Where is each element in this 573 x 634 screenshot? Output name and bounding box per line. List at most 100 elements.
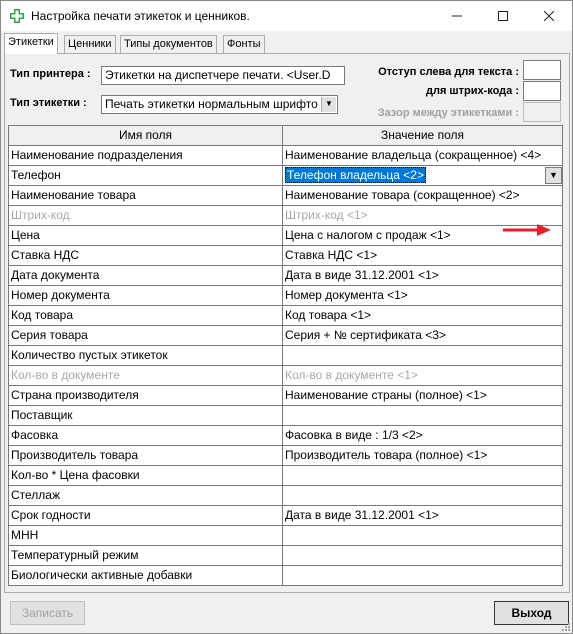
table-row[interactable]: Кол-во * Цена фасовки bbox=[9, 466, 562, 486]
field-value-cell[interactable]: Ставка НДС <1> bbox=[283, 246, 562, 265]
table-row[interactable]: Кол-во в документе Кол-во в документе <1> bbox=[9, 366, 562, 386]
field-name-cell[interactable]: Биологически активные добавки bbox=[9, 566, 283, 585]
table-row[interactable]: Серия товара Серия + № сертификата <3> bbox=[9, 326, 562, 346]
field-value-cell[interactable] bbox=[283, 346, 562, 365]
field-value-cell[interactable]: Номер документа <1> bbox=[283, 286, 562, 305]
field-value-cell[interactable]: Дата в виде 31.12.2001 <1> bbox=[283, 506, 562, 525]
field-name-cell[interactable]: Телефон bbox=[9, 166, 283, 185]
field-name-cell[interactable]: Наименование товара bbox=[9, 186, 283, 205]
table-row[interactable]: Номер документа Номер документа <1> bbox=[9, 286, 562, 306]
field-name-cell[interactable]: Поставщик bbox=[9, 406, 283, 425]
table-row[interactable]: МНН bbox=[9, 526, 562, 546]
field-value-cell[interactable]: Наименование товара (сокращенное) <2> bbox=[283, 186, 562, 205]
red-arrow-annotation bbox=[503, 224, 551, 236]
field-value-cell[interactable]: Наименование владельца (сокращенное) <4> bbox=[283, 146, 562, 165]
label-type-label: Тип этикетки : bbox=[10, 97, 87, 109]
field-name-cell[interactable]: Ставка НДС bbox=[9, 246, 283, 265]
field-name-cell[interactable]: Серия товара bbox=[9, 326, 283, 345]
printer-type-label: Тип принтера : bbox=[10, 68, 91, 80]
field-value-cell[interactable] bbox=[283, 466, 562, 485]
gap-label: Зазор между этикетками : bbox=[377, 107, 519, 119]
maximize-icon bbox=[498, 11, 508, 21]
table-row[interactable]: Поставщик bbox=[9, 406, 562, 426]
chevron-down-icon[interactable]: ▼ bbox=[321, 97, 336, 112]
field-value-cell[interactable]: Серия + № сертификата <3> bbox=[283, 326, 562, 345]
column-header-field-name[interactable]: Имя поля bbox=[9, 126, 283, 145]
field-name-cell[interactable]: Производитель товара bbox=[9, 446, 283, 465]
field-value-cell[interactable] bbox=[283, 406, 562, 425]
label-type-value: Печать этикетки нормальным шрифто bbox=[105, 97, 318, 111]
table-row[interactable]: Температурный режим bbox=[9, 546, 562, 566]
field-value-cell[interactable]: Код товара <1> bbox=[283, 306, 562, 325]
field-value-cell[interactable] bbox=[283, 546, 562, 565]
fields-grid: Имя поля Значение поля Наименование подр… bbox=[8, 125, 563, 586]
close-icon bbox=[543, 10, 555, 22]
column-header-field-value[interactable]: Значение поля bbox=[283, 126, 562, 145]
field-name-cell[interactable]: Штрих-код bbox=[9, 206, 283, 225]
field-name-cell[interactable]: Код товара bbox=[9, 306, 283, 325]
field-name-cell[interactable]: Срок годности bbox=[9, 506, 283, 525]
table-row[interactable]: Фасовка Фасовка в виде : 1/3 <2> bbox=[9, 426, 562, 446]
app-cross-icon bbox=[10, 9, 24, 23]
field-name-cell[interactable]: Фасовка bbox=[9, 426, 283, 445]
field-value-cell[interactable]: Производитель товара (полное) <1> bbox=[283, 446, 562, 465]
field-name-cell[interactable]: Стеллаж bbox=[9, 486, 283, 505]
field-value-cell[interactable]: Кол-во в документе <1> bbox=[283, 366, 562, 385]
tab-fonts[interactable]: Фонты bbox=[223, 35, 265, 53]
table-row[interactable]: Производитель товара Производитель товара… bbox=[9, 446, 562, 466]
field-value-cell[interactable]: Фасовка в виде : 1/3 <2> bbox=[283, 426, 562, 445]
chevron-down-icon[interactable]: ▼ bbox=[545, 167, 562, 184]
exit-button[interactable]: Выход bbox=[494, 601, 569, 625]
table-row[interactable]: Биологически активные добавки bbox=[9, 566, 562, 585]
barcode-indent-label: для штрих-кода : bbox=[425, 85, 519, 97]
field-name-cell[interactable]: Дата документа bbox=[9, 266, 283, 285]
gap-field bbox=[523, 102, 561, 122]
barcode-indent-field[interactable] bbox=[523, 81, 561, 101]
title-bar[interactable]: Настройка печати этикеток и ценников. bbox=[1, 1, 572, 31]
table-row[interactable]: Количество пустых этикеток bbox=[9, 346, 562, 366]
field-name-cell[interactable]: Кол-во в документе bbox=[9, 366, 283, 385]
field-value-cell[interactable]: Дата в виде 31.12.2001 <1> bbox=[283, 266, 562, 285]
field-value-cell[interactable] bbox=[283, 566, 562, 585]
field-value-cell[interactable]: Наименование страны (полное) <1> bbox=[283, 386, 562, 405]
maximize-button[interactable] bbox=[480, 1, 526, 31]
field-name-cell[interactable]: Количество пустых этикеток bbox=[9, 346, 283, 365]
field-name-cell[interactable]: Наименование подразделения bbox=[9, 146, 283, 165]
table-row[interactable]: Наименование подразделения Наименование в… bbox=[9, 146, 562, 166]
labels-tab-panel: Тип принтера : Этикетки на диспетчере пе… bbox=[4, 53, 570, 593]
minimize-icon bbox=[452, 15, 462, 17]
table-row[interactable]: Код товара Код товара <1> bbox=[9, 306, 562, 326]
field-name-cell[interactable]: Кол-во * Цена фасовки bbox=[9, 466, 283, 485]
minimize-button[interactable] bbox=[434, 1, 480, 31]
field-name-cell[interactable]: МНН bbox=[9, 526, 283, 545]
printer-type-field[interactable]: Этикетки на диспетчере печати. <User.D bbox=[101, 66, 345, 85]
field-value-cell[interactable]: Телефон владельца <2> ▼ bbox=[283, 166, 562, 185]
selected-value-text: Телефон владельца <2> bbox=[285, 167, 426, 183]
table-row[interactable]: Срок годности Дата в виде 31.12.2001 <1> bbox=[9, 506, 562, 526]
field-value-cell[interactable] bbox=[283, 526, 562, 545]
field-name-cell[interactable]: Страна производителя bbox=[9, 386, 283, 405]
tab-document-types[interactable]: Типы документов bbox=[120, 35, 217, 53]
field-name-cell[interactable]: Цена bbox=[9, 226, 283, 245]
field-value-cell[interactable] bbox=[283, 486, 562, 505]
close-button[interactable] bbox=[526, 1, 572, 31]
field-name-cell[interactable]: Номер документа bbox=[9, 286, 283, 305]
save-button[interactable]: Записать bbox=[10, 601, 85, 625]
table-row[interactable]: Стеллаж bbox=[9, 486, 562, 506]
field-value-cell[interactable]: Штрих-код <1> bbox=[283, 206, 562, 225]
table-row[interactable]: Наименование товара Наименование товара (… bbox=[9, 186, 562, 206]
tab-labels[interactable]: Этикетки bbox=[4, 33, 58, 54]
indent-left-label: Отступ слева для текста : bbox=[378, 66, 519, 78]
tab-price-tags[interactable]: Ценники bbox=[64, 35, 116, 53]
grid-header: Имя поля Значение поля bbox=[9, 126, 562, 146]
table-row[interactable]: Ставка НДС Ставка НДС <1> bbox=[9, 246, 562, 266]
table-row[interactable]: Страна производителя Наименование страны … bbox=[9, 386, 562, 406]
label-type-combo[interactable]: Печать этикетки нормальным шрифто ▼ bbox=[101, 95, 338, 114]
table-row[interactable]: Цена Цена с налогом с продаж <1> bbox=[9, 226, 562, 246]
field-name-cell[interactable]: Температурный режим bbox=[9, 546, 283, 565]
table-row[interactable]: Штрих-код Штрих-код <1> bbox=[9, 206, 562, 226]
indent-left-field[interactable] bbox=[523, 60, 561, 80]
table-row[interactable]: Дата документа Дата в виде 31.12.2001 <1> bbox=[9, 266, 562, 286]
table-row[interactable]: Телефон Телефон владельца <2> ▼ bbox=[9, 166, 562, 186]
resize-grip-icon[interactable] bbox=[560, 621, 570, 631]
